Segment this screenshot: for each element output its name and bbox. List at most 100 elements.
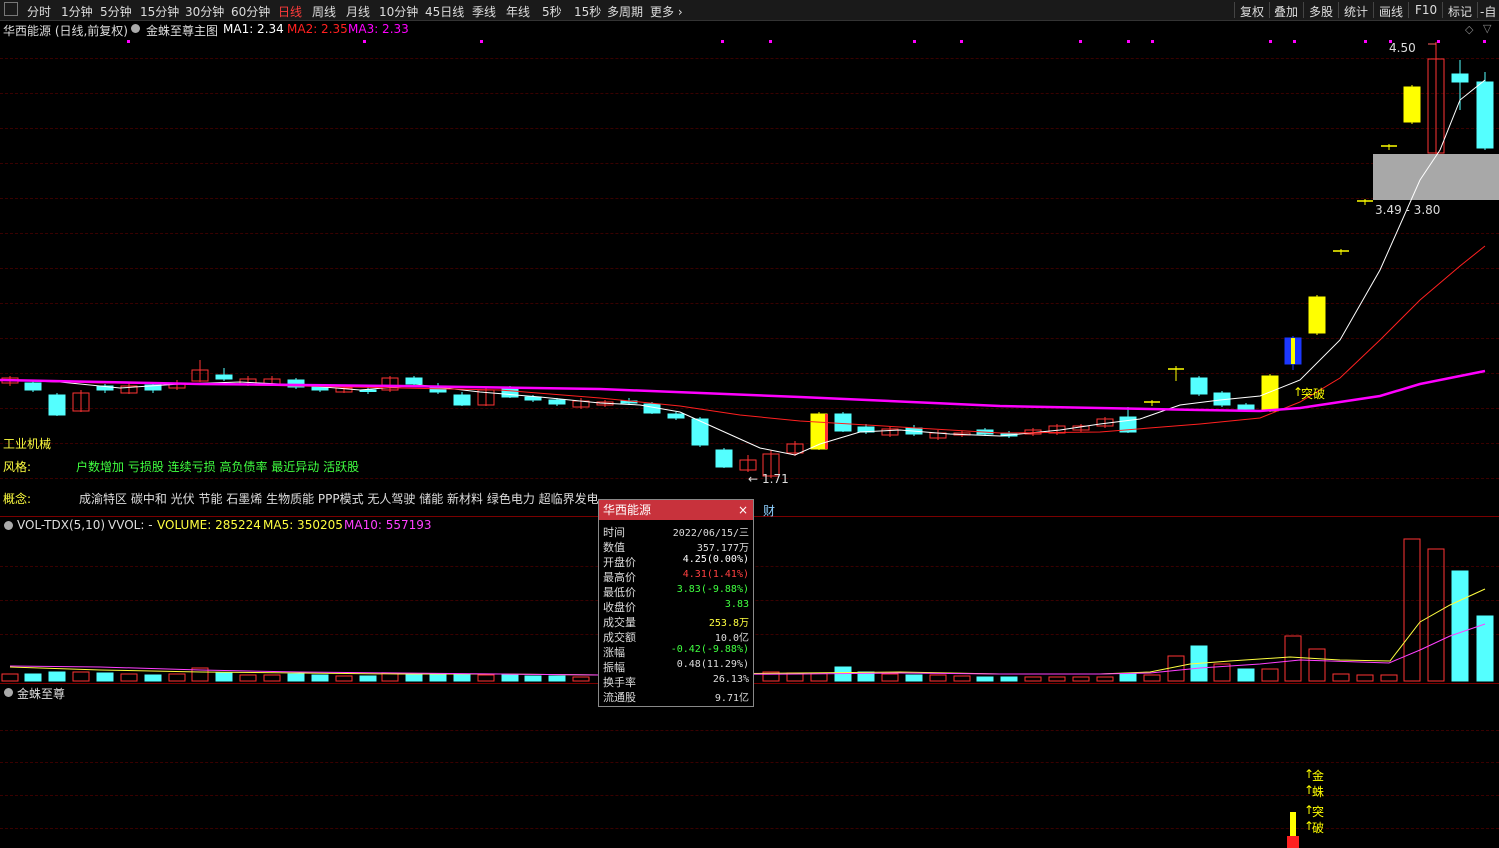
popup-row-key: 成交量 xyxy=(603,616,636,629)
popup-row-value: 10.0亿 xyxy=(714,633,749,644)
volume-bar xyxy=(929,674,947,682)
ma1-label: MA1: 2.34 xyxy=(223,22,284,36)
style-label: 风格: xyxy=(3,460,32,474)
concept-tags[interactable]: 成渝特区 碳中和 光伏 节能 石墨烯 生物质能 PPP模式 无人驾驶 储能 新材… xyxy=(79,490,598,507)
candle-body xyxy=(715,449,733,468)
sub-toggle-icon[interactable] xyxy=(4,688,13,697)
signal-dot xyxy=(1293,40,1296,43)
volume-bar xyxy=(144,674,162,682)
signal-dot xyxy=(363,40,366,43)
indicator-name[interactable]: 金蛛至尊主图 xyxy=(146,22,218,39)
finance-button[interactable]: 财 xyxy=(763,502,775,519)
popup-row: 成交量 253.8万 xyxy=(599,614,753,629)
indicator-toggle-icon[interactable] xyxy=(131,24,140,33)
volume-bar xyxy=(1356,674,1374,682)
volume-bar xyxy=(1237,668,1255,682)
volume-bar xyxy=(24,673,42,682)
popup-header: 华西能源 × xyxy=(599,500,753,520)
sub-indicator-name[interactable]: 金蛛至尊 xyxy=(17,685,65,702)
volume-bar xyxy=(1143,674,1161,682)
candle-body xyxy=(24,382,42,391)
popup-row-value: 2022/06/15/三 xyxy=(672,528,749,539)
popup-row-key: 涨幅 xyxy=(603,646,625,659)
candle-body xyxy=(453,394,471,406)
signal-dot xyxy=(1483,40,1486,43)
signal-dot xyxy=(721,40,724,43)
popup-row: 最高价 4.31(1.41%) xyxy=(599,569,753,584)
volume-bar xyxy=(429,674,447,682)
vol-toggle-icon[interactable] xyxy=(4,521,13,530)
high-price-label: 4.50 xyxy=(1389,41,1416,55)
ma3-label: MA3: 2.33 xyxy=(348,22,409,36)
volume-bar xyxy=(1,673,19,682)
volume-bar xyxy=(168,673,186,682)
candle-body xyxy=(548,399,566,405)
volume-bar xyxy=(1024,676,1042,682)
volume-bar xyxy=(335,675,353,682)
style-tags[interactable]: 户数增加 亏损股 连续亏损 高负债率 最近异动 活跃股 xyxy=(76,458,359,475)
popup-row-key: 换手率 xyxy=(603,676,636,689)
popup-row-value: 253.8万 xyxy=(708,618,749,629)
candle-body xyxy=(1403,86,1421,123)
candle-body xyxy=(667,413,685,419)
popup-row-value: 4.31(1.41%) xyxy=(682,569,749,580)
popup-row-value: 4.25(0.00%) xyxy=(682,554,749,565)
candle-body xyxy=(1308,296,1326,334)
volume-bar xyxy=(953,675,971,682)
volume-bar xyxy=(1000,676,1018,682)
volume-bar xyxy=(359,675,377,682)
popup-row: 收盘价 3.83 xyxy=(599,599,753,614)
signal-zhu: 蛛 xyxy=(1312,785,1325,799)
popup-row-key: 成交额 xyxy=(603,631,636,644)
signal-dot xyxy=(480,40,483,43)
volume-label: VOLUME: 285224 xyxy=(157,518,261,532)
zone-range-label: 3.49 - 3.80 xyxy=(1375,203,1441,217)
popup-row-key: 时间 xyxy=(603,526,625,539)
close-icon[interactable]: × xyxy=(738,500,748,520)
popup-row-key: 振幅 xyxy=(603,661,625,674)
volume-bar xyxy=(215,672,233,682)
vol-ma5-label: MA5: 350205 xyxy=(263,518,343,532)
popup-row-value: 357.177万 xyxy=(696,543,749,554)
volume-bar xyxy=(1048,676,1066,682)
popup-row: 最低价 3.83(-9.88%) xyxy=(599,584,753,599)
volume-bar xyxy=(263,674,281,682)
volume-bar xyxy=(1096,676,1114,682)
signal-dot xyxy=(1151,40,1154,43)
volume-bar xyxy=(524,675,542,682)
signal-dot xyxy=(1269,40,1272,43)
ma2-label: MA2: 2.35 xyxy=(287,22,348,36)
signal-dot xyxy=(1127,40,1130,43)
volume-bar xyxy=(572,676,590,682)
popup-row: 成交额 10.0亿 xyxy=(599,629,753,644)
popup-row: 振幅 0.48(11.29%) xyxy=(599,659,753,674)
candle-body xyxy=(501,387,519,398)
volume-bar xyxy=(239,674,257,682)
candle-body xyxy=(834,413,852,432)
vol-indicator-name[interactable]: VOL-TDX(5,10) xyxy=(17,518,105,532)
popup-row: 换手率 26.13% xyxy=(599,674,753,689)
industry-label[interactable]: 工业机械 xyxy=(3,435,51,452)
menu-triangle-icon[interactable]: ▽ xyxy=(1483,22,1491,35)
popup-row-value: 3.83 xyxy=(724,599,749,610)
popup-row: 开盘价 4.25(0.00%) xyxy=(599,554,753,569)
popup-row-key: 流通股 xyxy=(603,691,636,704)
diamond-icon[interactable]: ◇ xyxy=(1465,23,1473,36)
signal-dot xyxy=(960,40,963,43)
volume-bar xyxy=(501,674,519,682)
popup-row-value: 0.48(11.29%) xyxy=(676,659,749,670)
volume-bar xyxy=(1427,548,1445,682)
popup-row: 数值 357.177万 xyxy=(599,539,753,554)
popup-row-value: 26.13% xyxy=(712,674,749,685)
signal-tu: 突 xyxy=(1312,805,1325,819)
kline-chart[interactable] xyxy=(0,0,1499,848)
signal-dot xyxy=(1079,40,1082,43)
bar-info-popup: 华西能源 × 时间 2022/06/15/三 数值 357.177万 开盘价 4.25(0… xyxy=(598,499,754,707)
volume-bar xyxy=(1261,668,1279,682)
volume-bar xyxy=(1119,673,1137,682)
signal-dot xyxy=(769,40,772,43)
popup-row-value: 3.83(-9.88%) xyxy=(676,584,749,595)
volume-bar xyxy=(1284,635,1302,682)
volume-bar xyxy=(287,673,305,682)
stock-title: 华西能源 (日线,前复权) xyxy=(3,24,128,38)
